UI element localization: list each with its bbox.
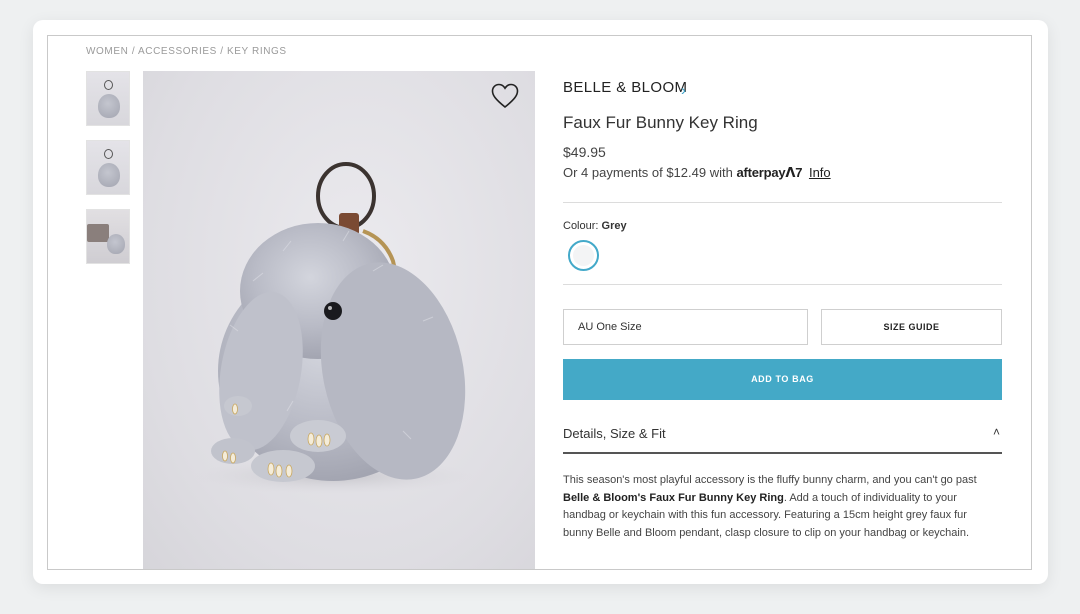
wishlist-heart-icon[interactable] xyxy=(491,83,519,109)
thumbnail-bunny xyxy=(98,94,120,118)
chevron-right-icon[interactable]: › xyxy=(681,82,686,99)
thumbnail-handbag xyxy=(87,224,109,242)
colour-swatch-grey[interactable] xyxy=(568,240,599,271)
afterpay-text: Or 4 payments of $12.49 with xyxy=(563,165,733,180)
size-guide-button[interactable]: SIZE GUIDE xyxy=(821,309,1002,345)
thumbnail-bunny xyxy=(107,234,125,254)
thumbnail-1[interactable] xyxy=(86,71,130,126)
product-title: Faux Fur Bunny Key Ring xyxy=(563,113,758,132)
bunny-illustration xyxy=(193,162,473,494)
afterpay-line: Or 4 payments of $12.49 with afterpayᐱ7 … xyxy=(563,165,831,181)
colour-value: Grey xyxy=(601,220,627,232)
colour-label: Colour: Grey xyxy=(563,220,627,232)
colour-label-text: Colour: xyxy=(563,220,599,232)
thumbnail-ring xyxy=(104,80,113,90)
afterpay-logo-text: afterpay xyxy=(736,165,786,180)
product-main-image[interactable] xyxy=(143,71,535,569)
chevron-up-icon: ˄ xyxy=(992,425,1000,439)
size-select[interactable]: AU One Size xyxy=(563,309,808,345)
brand-link[interactable]: BELLE & BLOOM xyxy=(563,79,687,96)
description-text: This season's most playful accessory is … xyxy=(563,474,977,486)
description-bold: Belle & Bloom's Faux Fur Bunny Key Ring xyxy=(563,491,784,504)
product-page: WOMEN / ACCESSORIES / KEY RINGS BELLE & … xyxy=(47,35,1032,570)
thumbnail-2[interactable] xyxy=(86,140,130,195)
heart-outline-icon xyxy=(491,83,519,109)
details-accordion-label: Details, Size & Fit xyxy=(563,426,666,441)
afterpay-info-link[interactable]: Info xyxy=(809,165,831,180)
thumbnail-bunny xyxy=(98,163,120,187)
afterpay-logo-icon: ᐱ7 xyxy=(785,165,803,180)
add-to-bag-button[interactable]: ADD TO BAG xyxy=(563,359,1002,400)
thumbnail-list xyxy=(86,71,130,278)
divider xyxy=(563,202,1002,203)
breadcrumb[interactable]: WOMEN / ACCESSORIES / KEY RINGS xyxy=(86,46,287,57)
afterpay-logo: afterpayᐱ7 xyxy=(736,165,802,180)
details-accordion[interactable]: Details, Size & Fit ˄ xyxy=(563,418,1002,454)
thumbnail-ring xyxy=(104,149,113,159)
divider xyxy=(563,284,1002,285)
product-price: $49.95 xyxy=(563,144,606,160)
product-description: This season's most playful accessory is … xyxy=(563,472,999,542)
thumbnail-3[interactable] xyxy=(86,209,130,264)
